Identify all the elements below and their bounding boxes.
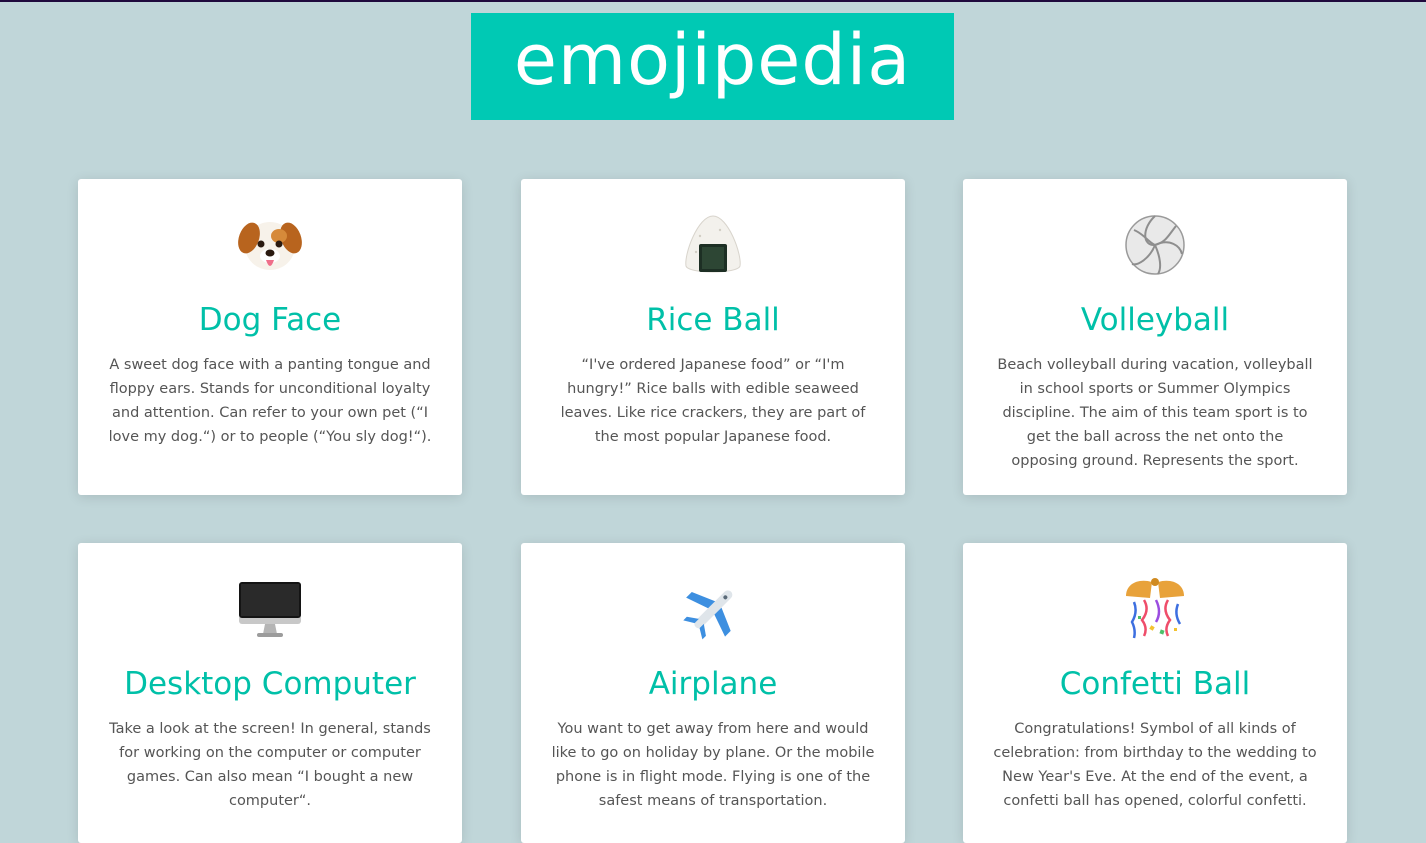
card-description: A sweet dog face with a panting tongue a… [108,357,432,445]
card-title: Volleyball [1080,302,1230,338]
card-description: You want to get away from here and would… [551,721,875,809]
desktop-computer-icon [239,582,301,637]
card-description: Beach volleyball during vacation, volley… [997,357,1313,469]
card-description: “I've ordered Japanese food” or “I'm hun… [560,357,866,445]
emoji-card-volleyball: Volleyball Beach volleyball during vacat… [963,179,1347,495]
emoji-card-airplane: Airplane You want to get away from here … [521,543,905,843]
rice-ball-icon [685,215,741,273]
confetti-ball-icon [1126,578,1184,639]
card-description: Congratulations! Symbol of all kinds of … [993,721,1317,809]
volleyball-icon [1125,215,1185,275]
emoji-card-desktop-computer: Desktop Computer Take a look at the scre… [78,543,462,843]
emoji-card-rice-ball: Rice Ball “I've ordered Japanese food” o… [521,179,905,495]
card-title: Rice Ball [646,302,780,338]
site-logo: emojipedia [513,18,912,101]
card-title: Airplane [648,666,778,702]
card-title: Dog Face [198,302,342,338]
card-description: Take a look at the screen! In general, s… [109,721,431,809]
card-title: Confetti Ball [1059,666,1251,702]
emoji-card-confetti-ball: Confetti Ball Congratulations! Symbol of… [963,543,1347,843]
site-header: emojipedia [471,13,954,120]
card-title: Desktop Computer [124,666,416,702]
airplane-icon [683,590,733,640]
dog-face-icon [238,222,302,270]
emoji-card-dog-face: Dog Face A sweet dog face with a panting… [78,179,462,495]
